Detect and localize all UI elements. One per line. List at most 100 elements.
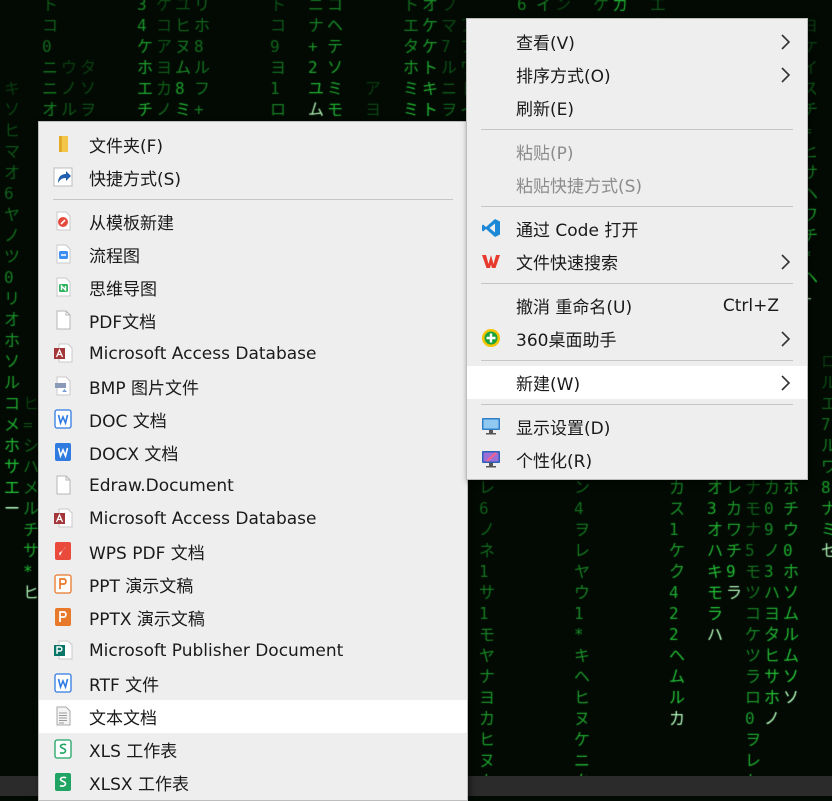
new-publisher-item[interactable]: Microsoft Publisher Document bbox=[39, 634, 467, 667]
chevron-right-icon bbox=[781, 34, 791, 50]
menu-item-shortcut: Ctrl+Z bbox=[722, 295, 779, 316]
chevron-right-icon bbox=[781, 67, 791, 83]
desktop-context-menu: 查看(V) 排序方式(O) 刷新(E) 粘贴(P) 粘贴快捷方式(S) 通过 C… bbox=[466, 18, 808, 480]
menu-item-label: 通过 Code 打开 bbox=[516, 221, 639, 241]
bmp-file-icon bbox=[55, 376, 71, 396]
shortcut-icon bbox=[53, 167, 73, 187]
new-flowchart-item[interactable]: 流程图 bbox=[39, 238, 467, 271]
new-access-database-item-2[interactable]: Microsoft Access Database bbox=[39, 502, 467, 535]
new-from-template-item[interactable]: 从模板新建 bbox=[39, 205, 467, 238]
new-mindmap-item[interactable]: 思维导图 bbox=[39, 271, 467, 304]
chevron-right-icon bbox=[781, 331, 791, 347]
new-bmp-item[interactable]: BMP 图片文件 bbox=[39, 370, 467, 403]
new-doc-item[interactable]: DOC 文档 bbox=[39, 403, 467, 436]
menu-item-display-settings[interactable]: 显示设置(D) bbox=[467, 410, 807, 443]
menu-item-label: Microsoft Access Database bbox=[89, 343, 317, 364]
flowchart-icon bbox=[56, 244, 71, 264]
new-edraw-document-item[interactable]: Edraw.Document bbox=[39, 469, 467, 502]
xls-icon bbox=[54, 739, 72, 759]
menu-item-open-with-code[interactable]: 通过 Code 打开 bbox=[467, 212, 807, 245]
display-settings-icon bbox=[482, 418, 500, 435]
docx-icon bbox=[55, 443, 71, 461]
rtf-icon bbox=[54, 673, 72, 693]
menu-item-new[interactable]: 新建(W) bbox=[467, 366, 807, 399]
menu-item-label: PPT 演示文稿 bbox=[89, 577, 194, 597]
menu-item-refresh[interactable]: 刷新(E) bbox=[467, 91, 807, 124]
folder-icon bbox=[59, 136, 68, 152]
menu-separator bbox=[481, 206, 793, 207]
menu-item-label: Edraw.Document bbox=[89, 475, 234, 496]
new-ppt-item[interactable]: PPT 演示文稿 bbox=[39, 568, 467, 601]
new-submenu: 文件夹(F) 快捷方式(S) 从模板新建 流程图 思维导图 PDF文档 Micr… bbox=[38, 121, 468, 801]
publisher-icon bbox=[54, 640, 73, 660]
menu-separator bbox=[481, 129, 793, 130]
new-shortcut-item[interactable]: 快捷方式(S) bbox=[39, 161, 467, 194]
menu-item-label: 刷新(E) bbox=[516, 100, 575, 120]
menu-separator bbox=[481, 360, 793, 361]
menu-item-paste[interactable]: 粘贴(P) bbox=[467, 135, 807, 168]
menu-item-label: 360桌面助手 bbox=[516, 331, 617, 351]
wps-icon bbox=[482, 255, 500, 268]
menu-item-label: WPS PDF 文档 bbox=[89, 544, 205, 564]
menu-item-label: XLS 工作表 bbox=[89, 742, 178, 762]
menu-item-label: DOCX 文档 bbox=[89, 445, 179, 465]
menu-item-label: BMP 图片文件 bbox=[89, 379, 199, 399]
menu-item-label: 文件夹(F) bbox=[89, 137, 164, 157]
menu-separator bbox=[53, 199, 453, 200]
blank-file-icon bbox=[56, 475, 71, 495]
menu-item-label: Microsoft Access Database bbox=[89, 508, 317, 529]
menu-item-personalize[interactable]: 个性化(R) bbox=[467, 443, 807, 476]
menu-item-sort-by[interactable]: 排序方式(O) bbox=[467, 58, 807, 91]
new-pdf-item[interactable]: PDF文档 bbox=[39, 304, 467, 337]
blank-file-icon bbox=[56, 310, 71, 330]
new-folder-item[interactable]: 文件夹(F) bbox=[39, 128, 467, 161]
menu-item-label: 流程图 bbox=[89, 247, 140, 267]
access-icon bbox=[54, 508, 73, 528]
menu-item-label: 排序方式(O) bbox=[516, 67, 611, 87]
personalize-icon bbox=[482, 451, 500, 468]
menu-item-label: PPTX 演示文稿 bbox=[89, 610, 205, 630]
menu-item-label: 粘贴快捷方式(S) bbox=[516, 177, 643, 197]
new-docx-item[interactable]: DOCX 文档 bbox=[39, 436, 467, 469]
chevron-right-icon bbox=[781, 375, 791, 391]
menu-item-view[interactable]: 查看(V) bbox=[467, 25, 807, 58]
menu-item-file-quick-search[interactable]: 文件快速搜索 bbox=[467, 245, 807, 278]
menu-item-label: 查看(V) bbox=[516, 34, 575, 54]
xlsx-icon bbox=[55, 773, 71, 791]
new-text-document-item[interactable]: 文本文档 bbox=[39, 700, 467, 733]
menu-item-label: RTF 文件 bbox=[89, 676, 160, 696]
360-assistant-icon bbox=[482, 329, 500, 347]
menu-item-undo-rename[interactable]: 撤消 重命名(U) Ctrl+Z bbox=[467, 289, 807, 322]
menu-item-label: 粘贴(P) bbox=[516, 144, 574, 164]
text-file-icon bbox=[56, 706, 71, 726]
menu-item-label: 显示设置(D) bbox=[516, 419, 611, 439]
menu-item-label: 新建(W) bbox=[516, 375, 581, 395]
wps-pdf-icon bbox=[55, 542, 71, 560]
menu-item-label: Microsoft Publisher Document bbox=[89, 640, 344, 661]
menu-item-label: 快捷方式(S) bbox=[89, 170, 182, 190]
access-icon bbox=[54, 343, 73, 363]
menu-item-label: 个性化(R) bbox=[516, 452, 593, 472]
menu-item-360-assistant[interactable]: 360桌面助手 bbox=[467, 322, 807, 355]
chevron-right-icon bbox=[781, 254, 791, 270]
new-pptx-item[interactable]: PPTX 演示文稿 bbox=[39, 601, 467, 634]
menu-item-label: 文本文档 bbox=[89, 709, 157, 729]
menu-item-label: PDF文档 bbox=[89, 313, 157, 333]
menu-item-label: 文件快速搜索 bbox=[516, 254, 618, 274]
menu-item-label: XLSX 工作表 bbox=[89, 775, 189, 795]
mindmap-icon bbox=[56, 277, 71, 297]
menu-item-label: 从模板新建 bbox=[89, 214, 174, 234]
new-xls-item[interactable]: XLS 工作表 bbox=[39, 733, 467, 766]
new-rtf-item[interactable]: RTF 文件 bbox=[39, 667, 467, 700]
menu-item-label: 撤消 重命名(U) bbox=[516, 298, 633, 318]
ppt-icon bbox=[54, 574, 72, 594]
menu-separator bbox=[481, 404, 793, 405]
vscode-icon bbox=[482, 219, 500, 237]
doc-icon bbox=[54, 409, 72, 429]
menu-item-paste-shortcut[interactable]: 粘贴快捷方式(S) bbox=[467, 168, 807, 201]
new-access-database-item[interactable]: Microsoft Access Database bbox=[39, 337, 467, 370]
template-icon bbox=[56, 211, 71, 231]
menu-item-label: DOC 文档 bbox=[89, 412, 167, 432]
new-xlsx-item[interactable]: XLSX 工作表 bbox=[39, 766, 467, 799]
new-wps-pdf-item[interactable]: WPS PDF 文档 bbox=[39, 535, 467, 568]
